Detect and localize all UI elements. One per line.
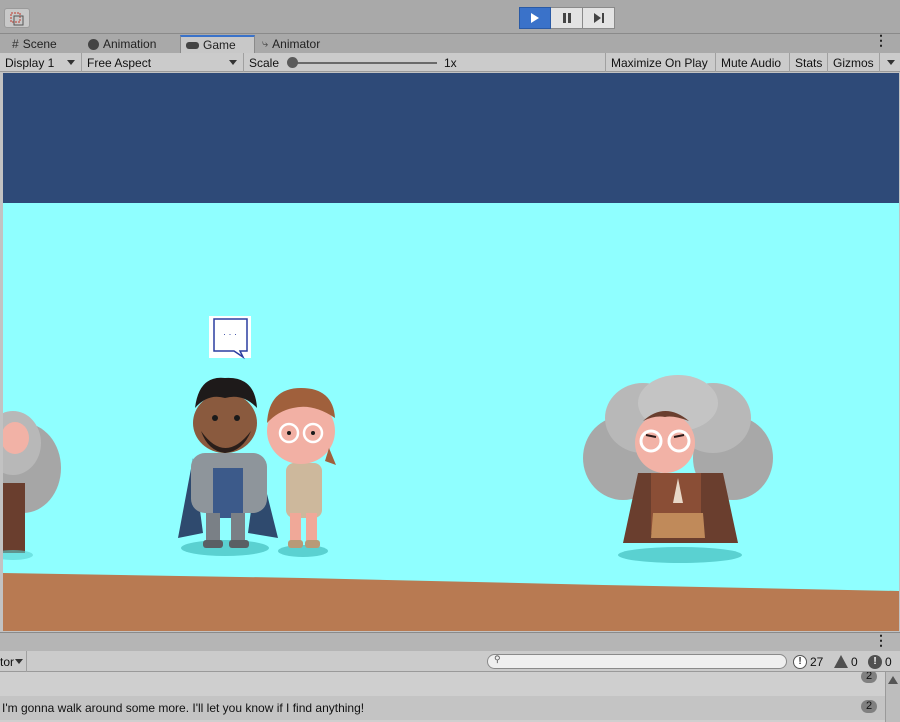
speech-bubble-text: · · · xyxy=(223,329,237,339)
pause-button[interactable] xyxy=(551,7,583,29)
search-icon: ⚲ xyxy=(494,654,501,664)
console-log-list: 2 I'm gonna walk around some more. I'll … xyxy=(0,672,885,722)
hash-icon: # xyxy=(12,37,19,51)
console-search-input[interactable]: ⚲ xyxy=(487,654,787,669)
tab-animator[interactable]: ⤷ Animator xyxy=(252,35,347,53)
chevron-down-icon xyxy=(887,60,895,65)
chevron-down-icon xyxy=(229,60,237,65)
gizmos-label: Gizmos xyxy=(833,55,874,70)
partial-elder-character xyxy=(3,411,61,560)
scale-slider-handle[interactable] xyxy=(287,57,298,68)
young-woman-character xyxy=(267,388,336,557)
console-toolbar: tor ⚲ ! 27 0 ! 0 xyxy=(0,651,900,672)
gamepad-icon xyxy=(186,41,199,49)
tab-menu-icon[interactable]: ⋮ xyxy=(874,33,888,47)
stats-toggle[interactable]: Stats xyxy=(790,53,828,72)
tab-label: Animation xyxy=(103,37,157,51)
animator-icon: ⤷ xyxy=(262,37,269,50)
log-entry[interactable]: I'm gonna walk around some more. I'll le… xyxy=(0,696,885,720)
tab-label: Animator xyxy=(272,37,321,51)
aspect-label: Free Aspect xyxy=(87,55,152,70)
play-icon xyxy=(531,13,539,23)
gizmos-toggle[interactable]: Gizmos xyxy=(828,53,880,72)
collab-button[interactable] xyxy=(4,8,30,28)
editor-tabbar: # Scene Animation Game ⤷ Animator ⋮ xyxy=(0,33,900,53)
chevron-down-icon xyxy=(15,659,23,664)
pause-icon xyxy=(562,13,571,23)
log-count-toggle[interactable]: ! 27 xyxy=(793,653,823,670)
error-count: 0 xyxy=(885,654,892,669)
error-icon: ! xyxy=(868,654,882,669)
warning-count: 0 xyxy=(851,654,858,669)
console-scrollbar[interactable] xyxy=(885,672,900,722)
display-dropdown[interactable]: Display 1 xyxy=(0,53,82,72)
console-filter-label: tor xyxy=(0,654,15,669)
stats-label: Stats xyxy=(795,55,823,70)
main-toolbar xyxy=(0,0,900,34)
step-icon xyxy=(593,13,604,23)
game-scene: · · · xyxy=(3,316,899,631)
tab-label: Game xyxy=(203,38,236,52)
gizmos-dropdown[interactable] xyxy=(880,53,900,72)
maximize-label: Maximize On Play xyxy=(611,55,708,70)
console-filter-dropdown[interactable]: tor xyxy=(0,651,27,672)
console-menu-icon[interactable]: ⋮ xyxy=(874,633,888,647)
play-button[interactable] xyxy=(519,7,551,29)
log-entry[interactable]: 2 xyxy=(0,672,885,690)
chevron-down-icon xyxy=(67,60,75,65)
info-icon: ! xyxy=(793,654,807,669)
maximize-on-play-toggle[interactable]: Maximize On Play xyxy=(606,53,716,72)
log-entry-count: 2 xyxy=(861,700,877,713)
log-entry-text: I'm gonna walk around some more. I'll le… xyxy=(2,701,365,715)
game-viewport[interactable]: · · · xyxy=(3,73,899,631)
mute-label: Mute Audio xyxy=(721,55,782,70)
play-controls xyxy=(519,7,615,29)
mute-audio-toggle[interactable]: Mute Audio xyxy=(716,53,790,72)
tab-animation[interactable]: Animation xyxy=(78,35,178,53)
game-view-toolbar: Display 1 Free Aspect Scale 1x Maximize … xyxy=(0,53,900,72)
scale-value: 1x xyxy=(444,56,457,70)
scale-slider-track[interactable] xyxy=(291,62,437,64)
knight-character xyxy=(178,377,278,556)
tab-label: Scene xyxy=(22,37,57,51)
error-count-toggle[interactable]: ! 0 xyxy=(868,653,892,670)
log-count: 27 xyxy=(810,654,824,669)
collab-icon xyxy=(10,12,24,26)
tab-scene[interactable]: # Scene xyxy=(2,35,85,53)
log-entry-count: 2 xyxy=(861,672,877,683)
scale-label: Scale xyxy=(249,55,280,70)
display-label: Display 1 xyxy=(5,55,55,70)
ground xyxy=(3,573,899,631)
warning-icon xyxy=(834,655,848,668)
scroll-up-icon xyxy=(888,676,898,684)
aspect-dropdown[interactable]: Free Aspect xyxy=(82,53,244,72)
animation-clock-icon xyxy=(88,38,99,50)
console-tab-header: ⋮ xyxy=(0,632,900,651)
tab-game[interactable]: Game xyxy=(180,35,255,53)
step-button[interactable] xyxy=(583,7,615,29)
elder-woman-character xyxy=(583,375,773,563)
warning-count-toggle[interactable]: 0 xyxy=(834,653,858,670)
